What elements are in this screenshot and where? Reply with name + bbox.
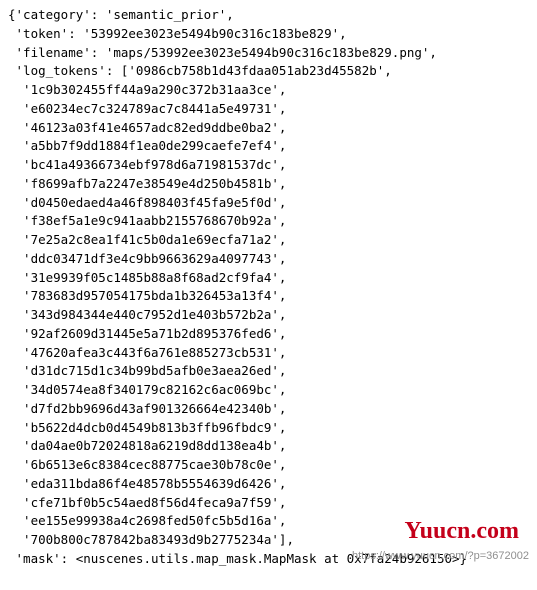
log-token-line: 'ddc03471df3e4c9bb9663629a4097743', xyxy=(8,250,529,269)
log-token-line: '7e25a2c8ea1f41c5b0da1e69ecfa71a2', xyxy=(8,231,529,250)
log-token-line: '1c9b302455ff44a9a290c372b31aa3ce', xyxy=(8,81,529,100)
log-token-line: 'b5622d4dcb0d4549b813b3ffb96fbdc9', xyxy=(8,419,529,438)
log-token-line: 'd7fd2bb9696d43af901326664e42340b', xyxy=(8,400,529,419)
log-token-line: 'cfe71bf0b5c54aed8f56d4feca9a7f59', xyxy=(8,494,529,513)
log-token-line-last: '700b800c787842ba83493d9b2775234a'], xyxy=(8,531,529,550)
log-token-line: '6b6513e6c8384cec88775cae30b78c0e', xyxy=(8,456,529,475)
category-line: {'category': 'semantic_prior', xyxy=(8,6,529,25)
log-token-line: 'da04ae0b72024818a6219d8dd138ea4b', xyxy=(8,437,529,456)
log-tokens-list: '1c9b302455ff44a9a290c372b31aa3ce', 'e60… xyxy=(8,81,529,550)
log-token-line: 'bc41a49366734ebf978d6a71981537dc', xyxy=(8,156,529,175)
log-token-line: 'a5bb7f9dd1884f1ea0de299caefe7ef4', xyxy=(8,137,529,156)
filename-line: 'filename': 'maps/53992ee3023e5494b90c31… xyxy=(8,44,529,63)
log-token-line: '343d984344e440c7952d1e403b572b2a', xyxy=(8,306,529,325)
log-token-line: 'f8699afb7a2247e38549e4d250b4581b', xyxy=(8,175,529,194)
log-token-line: '783683d957054175bda1b326453a13f4', xyxy=(8,287,529,306)
log-token-line: 'eda311bda86f4e48578b5554639d6426', xyxy=(8,475,529,494)
log-token-line: 'd0450edaed4a46f898403f45fa9e5f0d', xyxy=(8,194,529,213)
log-token-line: '47620afea3c443f6a761e885273cb531', xyxy=(8,344,529,363)
log-token-line: '31e9939f05c1485b88a8f68ad2cf9fa4', xyxy=(8,269,529,288)
log-token-line: '92af2609d31445e5a71b2d895376fed6', xyxy=(8,325,529,344)
mask-line: 'mask': <nuscenes.utils.map_mask.MapMask… xyxy=(8,550,529,569)
log-tokens-intro: 'log_tokens': ['0986cb758b1d43fdaa051ab2… xyxy=(8,62,529,81)
token-line: 'token': '53992ee3023e5494b90c316c183be8… xyxy=(8,25,529,44)
log-token-line: 'd31dc715d1c34b99bd5afb0e3aea26ed', xyxy=(8,362,529,381)
log-token-line: '34d0574ea8f340179c82162c6ac069bc', xyxy=(8,381,529,400)
log-token-line: 'f38ef5a1e9c941aabb2155768670b92a', xyxy=(8,212,529,231)
log-token-line: 'ee155e99938a4c2698fed50fc5b5d16a', xyxy=(8,512,529,531)
log-token-line: 'e60234ec7c324789ac7c8441a5e49731', xyxy=(8,100,529,119)
log-token-line: '46123a03f41e4657adc82ed9ddbe0ba2', xyxy=(8,119,529,138)
